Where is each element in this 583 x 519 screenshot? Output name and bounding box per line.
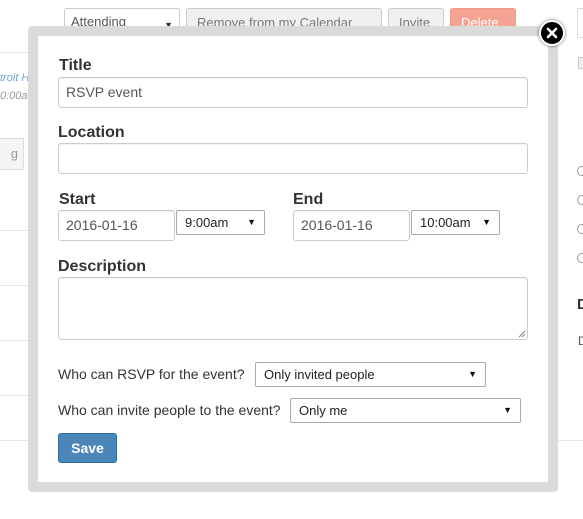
invite-permission-value: Only me (299, 403, 348, 418)
close-button[interactable] (539, 20, 565, 46)
end-date-input[interactable]: 2016-01-16 (293, 210, 410, 241)
chevron-down-icon: ▼ (468, 369, 477, 379)
rsvp-question-label: Who can RSVP for the event? (58, 366, 245, 382)
save-button[interactable]: Save (58, 433, 117, 463)
start-time-value: 9:00am (185, 215, 229, 230)
event-location-link[interactable]: troit H (0, 72, 29, 84)
title-input[interactable]: RSVP event (58, 77, 528, 108)
start-time-select[interactable]: 9:00am ▼ (176, 210, 265, 235)
invite-permission-select[interactable]: Only me ▼ (290, 398, 521, 423)
right-panel-checkbox[interactable] (578, 57, 583, 69)
description-textarea[interactable] (58, 277, 528, 340)
resize-handle-icon[interactable] (518, 330, 526, 338)
right-panel-text: D (578, 334, 583, 348)
chevron-down-icon: ▼ (482, 217, 491, 227)
tab-partial[interactable]: g (0, 138, 24, 170)
chevron-down-icon: ▼ (247, 217, 256, 227)
end-label: End (293, 191, 324, 208)
start-label: Start (59, 191, 96, 208)
location-label: Location (58, 124, 125, 141)
location-input[interactable] (58, 143, 528, 174)
end-time-select[interactable]: 10:00am ▼ (411, 210, 500, 235)
radio-option[interactable] (577, 166, 583, 176)
rsvp-permission-value: Only invited people (264, 367, 375, 382)
rsvp-permission-select[interactable]: Only invited people ▼ (255, 362, 486, 387)
radio-option[interactable] (577, 195, 583, 205)
title-label: Title (59, 57, 92, 74)
radio-option[interactable] (577, 253, 583, 263)
radio-option[interactable] (577, 224, 583, 234)
end-time-value: 10:00am (420, 215, 471, 230)
chevron-down-icon: ▼ (503, 405, 512, 415)
close-icon (546, 27, 558, 39)
event-time-text: 0:00ar (0, 90, 32, 102)
right-panel-heading: D (577, 296, 583, 313)
divider (0, 395, 30, 396)
divider (0, 230, 30, 231)
start-date-input[interactable]: 2016-01-16 (58, 210, 175, 241)
right-panel-box (577, 8, 583, 38)
description-label: Description (58, 258, 147, 275)
invite-question-label: Who can invite people to the event? (58, 402, 281, 418)
divider (0, 52, 30, 53)
divider (0, 340, 30, 341)
divider (0, 285, 30, 286)
